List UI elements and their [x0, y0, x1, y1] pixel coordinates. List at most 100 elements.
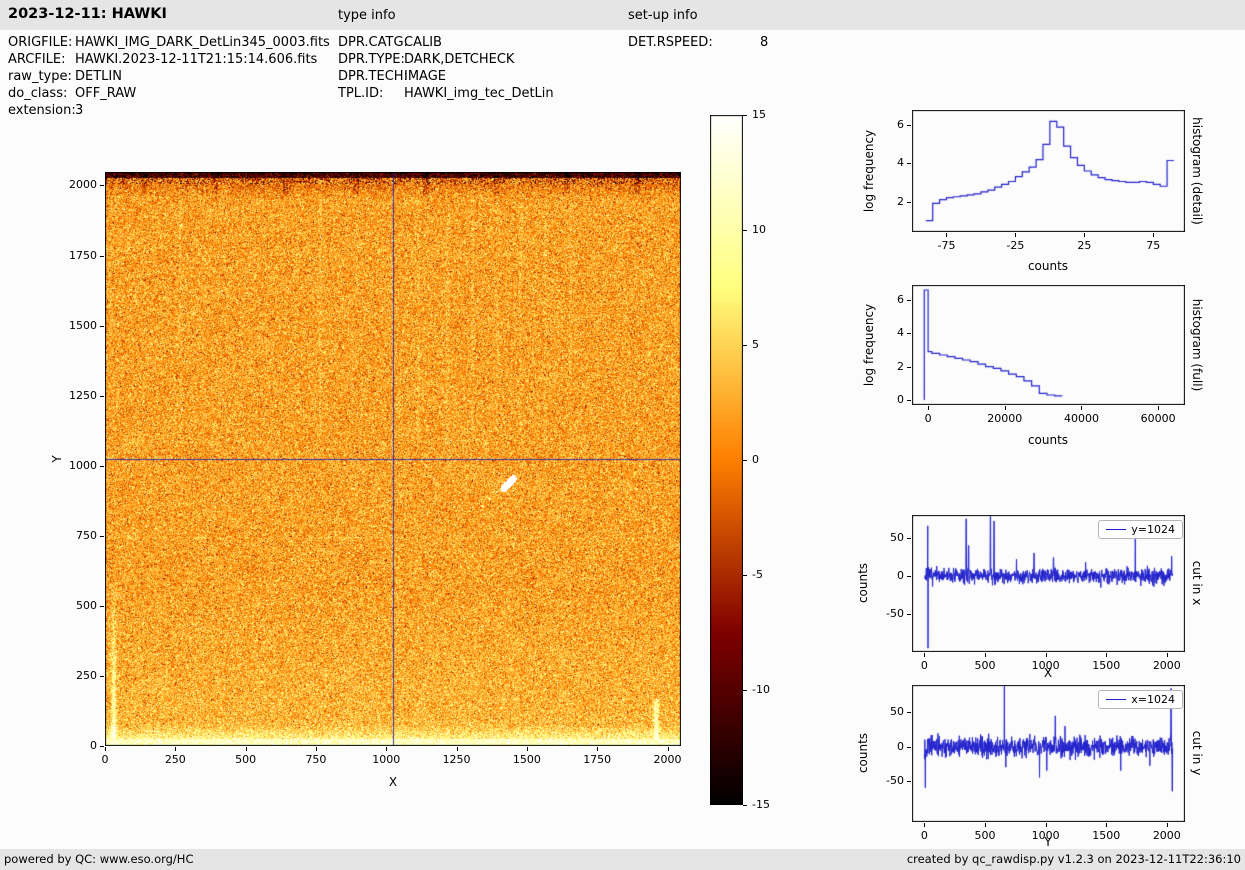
tick-mark — [315, 747, 317, 751]
tick-label: 50 — [890, 705, 904, 719]
tick-label: 6 — [897, 118, 904, 132]
tick-label: 1250 — [442, 753, 471, 766]
tick-mark — [907, 300, 911, 301]
tick-mark — [984, 823, 986, 827]
tick-mark — [907, 400, 911, 401]
cut-x-legend-label: y=1024 — [1131, 523, 1175, 536]
hist-full-side-label: histogram (full) — [1190, 298, 1204, 392]
tick-label: 750 — [305, 753, 327, 766]
tick-mark — [984, 653, 986, 657]
tick-label: 1000 — [372, 753, 401, 766]
tick-mark — [386, 747, 388, 751]
tick-label: -75 — [937, 239, 956, 252]
tick-mark — [175, 747, 177, 751]
tick-mark — [907, 366, 911, 368]
tick-mark — [245, 747, 247, 751]
tick-mark — [907, 613, 911, 615]
tick-label: 1500 — [69, 318, 97, 332]
tick-label: 2 — [897, 194, 904, 208]
tick-label: 0 — [101, 753, 109, 766]
histogram-full-plot — [912, 285, 1185, 405]
tick-mark — [743, 115, 747, 116]
tick-label: 6 — [897, 293, 904, 306]
tick-mark — [743, 575, 747, 576]
tick-label: 25 — [1077, 239, 1092, 252]
tick-label: 0 — [897, 568, 904, 582]
tick-mark — [743, 690, 747, 691]
tick-label: 0 — [897, 739, 904, 753]
tick-label: 2 — [897, 359, 904, 373]
figure-area: X Y log frequency counts histogram (deta… — [0, 0, 1245, 870]
tick-mark — [105, 747, 106, 751]
tick-label: 2000 — [1152, 829, 1181, 842]
tick-label: 0 — [90, 739, 97, 752]
tick-label: 0 — [897, 393, 904, 406]
tick-label: -5 — [752, 568, 763, 581]
tick-mark — [1106, 823, 1108, 827]
tick-mark — [907, 746, 911, 748]
footer-left-text: powered by QC: www.eso.org/HC — [4, 852, 194, 866]
tick-mark — [456, 747, 458, 751]
tick-mark — [946, 233, 948, 237]
cut-x-legend: y=1024 — [1098, 520, 1183, 539]
tick-label: 250 — [164, 753, 186, 766]
tick-mark — [597, 747, 599, 751]
hist-full-x-axis-label: counts — [1027, 433, 1069, 447]
tick-mark — [1106, 653, 1108, 657]
tick-mark — [1153, 233, 1155, 237]
hist-detail-side-label: histogram (detail) — [1190, 117, 1204, 225]
legend-line-icon — [1106, 699, 1127, 700]
tick-mark — [907, 537, 911, 539]
tick-mark — [100, 675, 104, 677]
colorbar — [710, 115, 743, 805]
tick-mark — [743, 230, 747, 231]
tick-label: 1500 — [512, 753, 541, 766]
tick-mark — [743, 345, 747, 346]
tick-label: 50 — [890, 530, 904, 544]
tick-label: 250 — [76, 668, 97, 682]
tick-mark — [1045, 823, 1047, 827]
footer-bar: powered by QC: www.eso.org/HC created by… — [0, 849, 1245, 870]
tick-mark — [1081, 406, 1083, 410]
tick-label: -50 — [886, 606, 904, 620]
tick-mark — [667, 747, 669, 751]
tick-mark — [907, 125, 911, 127]
tick-label: 1750 — [583, 753, 612, 766]
tick-label: 1000 — [69, 458, 97, 472]
tick-label: 500 — [76, 598, 97, 612]
tick-mark — [907, 163, 911, 165]
tick-mark — [100, 255, 104, 257]
tick-label: -15 — [752, 798, 770, 811]
tick-label: 10 — [752, 223, 766, 236]
tick-mark — [907, 333, 911, 335]
tick-mark — [907, 575, 911, 577]
tick-label: 1250 — [69, 388, 97, 402]
tick-mark — [526, 747, 528, 751]
tick-label: 1750 — [69, 248, 97, 262]
tick-mark — [907, 201, 911, 203]
cut-y-legend: x=1024 — [1098, 690, 1183, 709]
tick-mark — [1045, 653, 1047, 657]
tick-label: 0 — [924, 412, 932, 425]
tick-mark — [928, 406, 930, 410]
tick-label: -25 — [1006, 239, 1025, 252]
tick-label: 2000 — [653, 753, 682, 766]
tick-label: 4 — [897, 326, 904, 340]
tick-mark — [100, 605, 104, 607]
tick-label: 20000 — [987, 412, 1023, 425]
detector-image — [105, 172, 681, 746]
tick-mark — [100, 465, 104, 467]
footer-right-text: created by qc_rawdisp.py v1.2.3 on 2023-… — [906, 852, 1241, 866]
tick-label: 75 — [1146, 239, 1161, 252]
cut-y-side-label: cut in y — [1190, 730, 1204, 776]
tick-label: 40000 — [1063, 412, 1099, 425]
tick-label: 2000 — [1152, 659, 1181, 672]
tick-label: 15 — [752, 108, 766, 121]
tick-mark — [1015, 233, 1017, 237]
tick-mark — [1084, 233, 1086, 237]
tick-mark — [100, 185, 104, 187]
tick-mark — [743, 805, 747, 806]
tick-mark — [100, 325, 104, 327]
tick-label: 500 — [235, 753, 257, 766]
tick-mark — [100, 746, 104, 747]
